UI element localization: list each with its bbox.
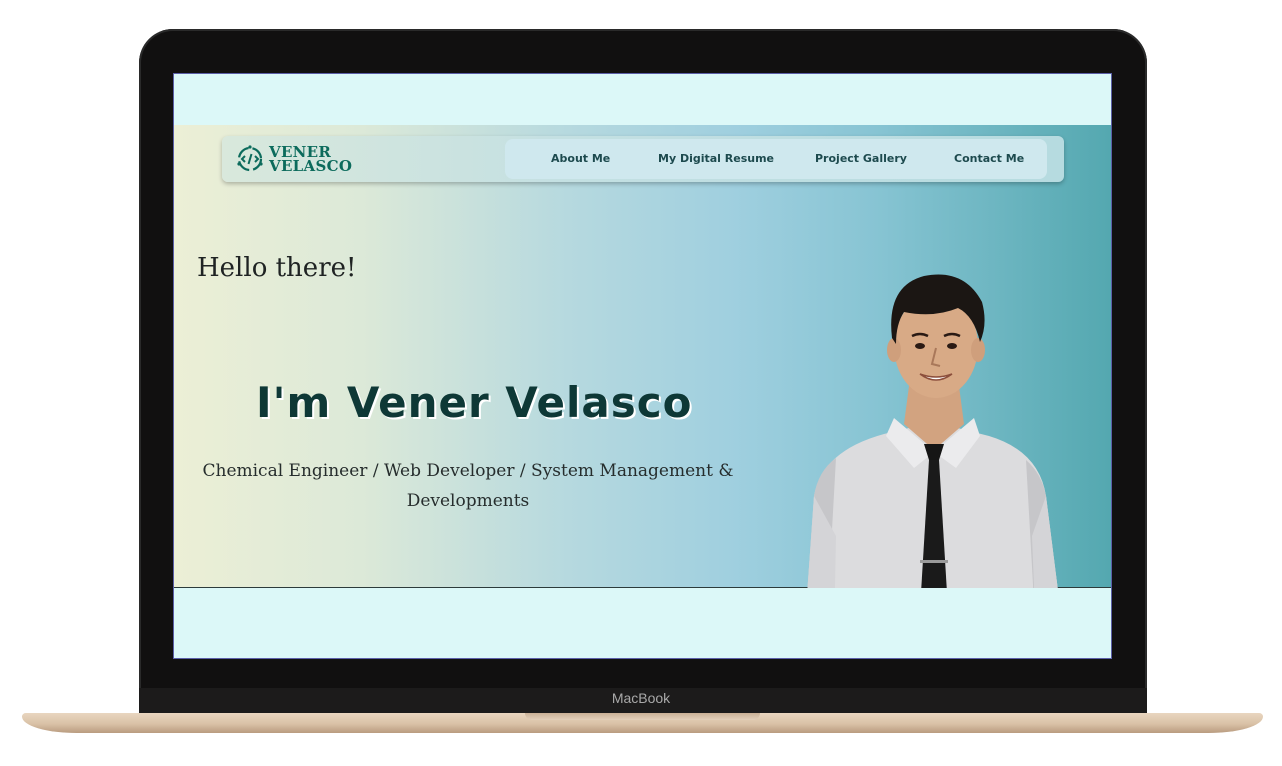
person-portrait-illustration: [804, 274, 1064, 638]
nav-menu: About Me My Digital Resume Project Galle…: [505, 139, 1047, 179]
laptop-screen: VENER VELASCO About Me My Digital Resume…: [173, 73, 1112, 659]
device-brand-label: MacBook: [611, 690, 671, 706]
nav-project-gallery[interactable]: Project Gallery: [815, 152, 907, 165]
hero-greeting: Hello there!: [197, 253, 357, 283]
hero-roles: Chemical Engineer / Web Developer / Syst…: [198, 456, 738, 516]
nav-contact-me[interactable]: Contact Me: [954, 152, 1024, 165]
hero-roles-line-1: Chemical Engineer / Web Developer / Syst…: [202, 461, 734, 481]
logo-line-2: VELASCO: [269, 157, 353, 175]
code-cycle-icon: [237, 145, 263, 172]
laptop-hinge-notch: [525, 713, 760, 720]
logo-wordmark: VENER VELASCO: [269, 145, 353, 175]
nav-digital-resume[interactable]: My Digital Resume: [658, 152, 774, 165]
site-navbar: VENER VELASCO About Me My Digital Resume…: [222, 136, 1064, 182]
site-logo[interactable]: VENER VELASCO: [234, 141, 352, 177]
hero-name: I'm Vener Velasco: [256, 378, 693, 427]
nav-about-me[interactable]: About Me: [551, 152, 610, 165]
lower-page-band: [174, 588, 1111, 658]
hero-section: VENER VELASCO About Me My Digital Resume…: [174, 125, 1111, 638]
hero-roles-line-2: Developments: [406, 491, 530, 511]
